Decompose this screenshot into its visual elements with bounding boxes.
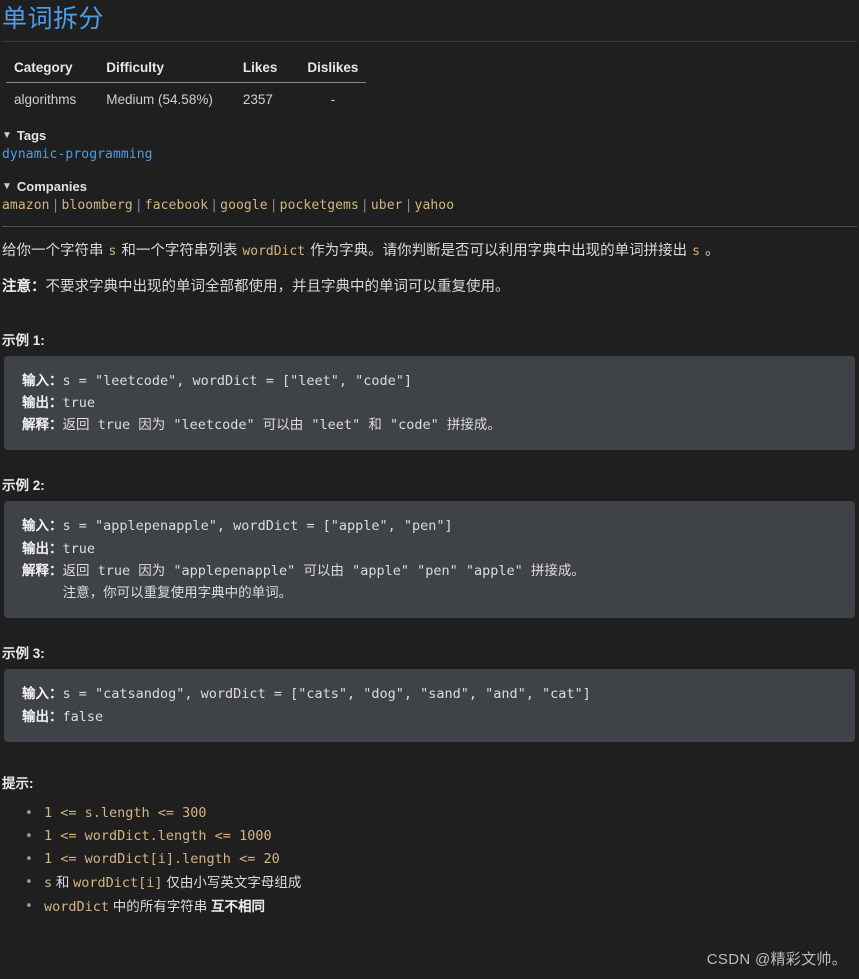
- hint-text-bold: 互不相同: [211, 899, 265, 914]
- cell-likes: 2357: [242, 92, 273, 107]
- hint-code-a: s: [44, 874, 53, 891]
- tag-list: dynamic-programming: [2, 147, 859, 162]
- tags-section-label: Tags: [16, 128, 47, 143]
- company-link-facebook[interactable]: facebook: [145, 198, 208, 213]
- note-text: 不要求字典中出现的单词全部都使用，并且字典中的单词可以重复使用。: [45, 278, 510, 295]
- problem-note: 注意：不要求字典中出现的单词全部都使用，并且字典中的单词可以重复使用。: [2, 277, 859, 299]
- company-separator: |: [404, 198, 413, 213]
- hint-text: 仅由小写英文字母组成: [162, 874, 302, 890]
- table-row: algorithms Medium (54.58%) 2357 -: [6, 83, 366, 112]
- example-line-prefix: 输入：: [22, 372, 63, 389]
- tags-section-toggle[interactable]: ▼ Tags: [2, 128, 859, 143]
- company-link-uber[interactable]: uber: [371, 198, 403, 213]
- company-separator: |: [360, 198, 369, 213]
- example-label: 示例 1:: [2, 332, 45, 348]
- inline-code-s: s: [108, 244, 117, 259]
- inline-code-worddict: wordDict: [242, 244, 306, 259]
- page-title: 单词拆分: [2, 5, 105, 33]
- list-item: 1 <= wordDict.length <= 1000: [25, 825, 859, 848]
- example-code-block: 输入：s = "leetcode", wordDict = ["leet", "…: [4, 355, 855, 451]
- column-header-category: Category: [6, 58, 99, 83]
- note-label: 注意：: [2, 278, 46, 295]
- company-separator: |: [134, 198, 143, 213]
- column-header-likes: Likes: [234, 58, 300, 83]
- companies-section-toggle[interactable]: ▼ Companies: [2, 179, 859, 194]
- cell-difficulty: Medium (54.58%): [106, 92, 213, 107]
- company-link-yahoo[interactable]: yahoo: [415, 198, 455, 213]
- example-line-prefix: 输出：: [22, 540, 63, 557]
- example-1: 示例 1: 输入：s = "leetcode", wordDict = ["le…: [0, 329, 859, 451]
- example-line-text: s = "leetcode", wordDict = ["leet", "cod…: [62, 372, 413, 389]
- list-item: s 和 wordDict[i] 仅由小写英文字母组成: [25, 871, 859, 895]
- example-2: 示例 2: 输入：s = "applepenapple", wordDict =…: [0, 474, 859, 619]
- hint-code-b: wordDict[i]: [73, 874, 163, 891]
- example-line-text: s = "catsandog", wordDict = ["cats", "do…: [62, 686, 591, 703]
- example-line-prefix: 输出：: [22, 394, 63, 411]
- tag-link-dynamic-programming[interactable]: dynamic-programming: [2, 147, 153, 162]
- caret-down-icon: ▼: [2, 129, 12, 141]
- example-label: 示例 3:: [2, 646, 45, 662]
- company-separator: |: [269, 198, 278, 213]
- company-link-google[interactable]: google: [220, 198, 268, 213]
- cell-dislikes: -: [330, 92, 336, 107]
- hint-code: 1 <= wordDict[i].length <= 20: [44, 850, 280, 867]
- example-line-prefix: 解释：: [22, 417, 63, 434]
- hints-label: 提示:: [2, 775, 34, 791]
- hint-text-mid: 和: [52, 874, 74, 890]
- list-item: 1 <= wordDict[i].length <= 20: [25, 848, 859, 871]
- inline-code-s-2: s: [692, 244, 700, 259]
- example-code-block: 输入：s = "applepenapple", wordDict = ["app…: [4, 501, 855, 619]
- company-link-amazon[interactable]: amazon: [2, 198, 50, 213]
- example-line-prefix: 输出：: [22, 708, 63, 725]
- example-line-text: false: [62, 708, 104, 725]
- hint-bold-inner: 互不相同: [211, 898, 266, 914]
- problem-description: 给你一个字符串 s 和一个字符串列表 wordDict 作为字典。请你判断是否可…: [2, 241, 859, 263]
- problem-page: 单词拆分 Category Difficulty Likes Dislikes …: [0, 4, 859, 979]
- example-3: 示例 3: 输入：s = "catsandog", wordDict = ["c…: [0, 642, 859, 742]
- example-line-text: 注意，你可以重复使用字典中的单词。: [22, 585, 293, 602]
- description-text-1: 给你一个字符串: [2, 243, 108, 259]
- list-item: wordDict 中的所有字符串 互不相同: [25, 895, 859, 919]
- hint-text: 中的所有字符串: [109, 898, 212, 914]
- caret-down-icon: ▼: [2, 180, 12, 192]
- example-line-text: true: [62, 394, 96, 411]
- company-link-bloomberg[interactable]: bloomberg: [62, 198, 133, 213]
- example-line-prefix: 输入：: [22, 518, 63, 535]
- description-text-4: 。: [700, 243, 720, 259]
- hints-list: 1 <= s.length <= 300 1 <= wordDict.lengt…: [0, 802, 859, 919]
- example-label: 示例 2:: [2, 478, 45, 494]
- description-text-2: 和一个字符串列表: [117, 243, 242, 259]
- content-divider: [2, 226, 857, 227]
- company-link-pocketgems[interactable]: pocketgems: [280, 198, 359, 213]
- example-line-prefix: 输入：: [22, 686, 63, 703]
- table-header-row: Category Difficulty Likes Dislikes: [6, 58, 367, 83]
- list-item: 1 <= s.length <= 300: [25, 802, 859, 825]
- company-separator: |: [51, 198, 60, 213]
- example-line-prefix: 解释：: [22, 562, 63, 579]
- description-text-3: 作为字典。请你判断是否可以利用字典中出现的单词拼接出: [306, 243, 692, 259]
- example-line-text: 返回 true 因为 "leetcode" 可以由 "leet" 和 "code…: [62, 417, 501, 434]
- example-line-text: true: [62, 540, 96, 557]
- problem-meta-table: Category Difficulty Likes Dislikes algor…: [6, 58, 367, 112]
- column-header-dislikes: Dislikes: [299, 58, 367, 83]
- example-line-text: s = "applepenapple", wordDict = ["apple"…: [62, 518, 453, 535]
- example-code-block: 输入：s = "catsandog", wordDict = ["cats", …: [4, 669, 855, 742]
- example-line-text: 返回 true 因为 "applepenapple" 可以由 "apple" "…: [62, 562, 585, 579]
- hint-code: 1 <= wordDict.length <= 1000: [44, 827, 272, 844]
- column-header-difficulty: Difficulty: [98, 58, 235, 83]
- csdn-watermark: CSDN @精彩文帅。: [706, 951, 847, 968]
- companies-section-label: Companies: [16, 179, 87, 194]
- title-divider: [2, 41, 857, 42]
- company-list: amazon | bloomberg | facebook | google | pocketg…: [2, 198, 859, 213]
- hint-code-a: wordDict: [44, 898, 110, 915]
- cell-category: algorithms: [14, 92, 77, 107]
- hint-code: 1 <= s.length <= 300: [44, 804, 207, 821]
- company-separator: |: [210, 198, 219, 213]
